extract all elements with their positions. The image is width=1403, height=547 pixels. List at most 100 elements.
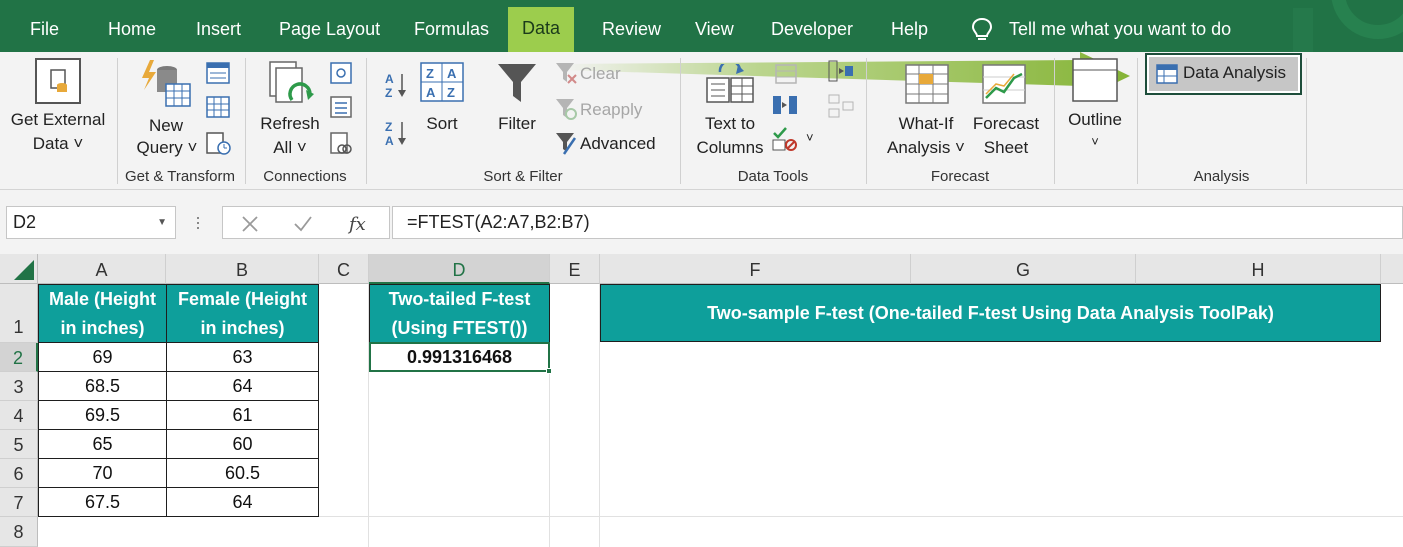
formula-input[interactable]: =FTEST(A2:A7,B2:B7) — [392, 206, 1403, 239]
data-analysis-label: Data Analysis — [1183, 63, 1286, 82]
gridline — [319, 516, 1403, 517]
get-external-data-icon — [35, 58, 81, 104]
tab-file[interactable]: File — [30, 0, 59, 52]
get-external-data-label-1: Get External — [10, 110, 106, 129]
column-header-h[interactable]: H — [1136, 254, 1381, 284]
tab-developer[interactable]: Developer — [771, 0, 853, 52]
select-all-icon — [14, 260, 34, 280]
cell-a1[interactable]: Male (Height in inches) — [38, 284, 167, 343]
cancel-icon[interactable] — [241, 215, 259, 233]
tab-review[interactable]: Review — [602, 0, 661, 52]
cell-f1-merged[interactable]: Two-sample F-test (One-tailed F-test Usi… — [600, 284, 1381, 342]
tab-page-layout[interactable]: Page Layout — [279, 0, 380, 52]
flash-fill-icon[interactable] — [775, 64, 797, 84]
svg-text:Z: Z — [426, 66, 434, 81]
tab-formulas[interactable]: Formulas — [414, 0, 489, 52]
cell-a6[interactable]: 70 — [38, 458, 167, 488]
cell-b4[interactable]: 61 — [166, 400, 319, 430]
cell-d2-selected[interactable]: 0.991316468 — [369, 342, 550, 372]
cell-a7[interactable]: 67.5 — [38, 487, 167, 517]
row-header-1[interactable]: 1 — [0, 284, 38, 343]
tab-view[interactable]: View — [695, 0, 734, 52]
column-header-i[interactable] — [1381, 254, 1403, 284]
sort-az-icon[interactable]: AZ — [384, 70, 408, 100]
cell-a4[interactable]: 69.5 — [38, 400, 167, 430]
consolidate-icon[interactable] — [828, 60, 854, 82]
data-validation-dropdown-icon[interactable]: ˅ — [806, 130, 814, 145]
name-box[interactable]: D2 ▼ — [6, 206, 176, 239]
lightbulb-icon — [971, 17, 993, 40]
outline-dropdown-icon: ˅ — [1091, 134, 1099, 149]
insert-function-icon[interactable]: fx — [347, 213, 371, 235]
group-data-tools: Data Tools — [737, 168, 809, 185]
sort-label: Sort — [426, 114, 458, 133]
svg-text:A: A — [385, 72, 394, 86]
cell-b5[interactable]: 60 — [166, 429, 319, 459]
cell-a5[interactable]: 65 — [38, 429, 167, 459]
row-header-4[interactable]: 4 — [0, 401, 38, 430]
ribbon: Get External Data ˅ New Query ˅ Get & Tr… — [0, 52, 1403, 190]
new-query-label-1: New — [148, 116, 183, 135]
tab-home[interactable]: Home — [108, 0, 156, 52]
tab-help[interactable]: Help — [891, 0, 928, 52]
formula-bar-splitter[interactable] — [196, 214, 200, 232]
formula-buttons: fx — [222, 206, 390, 239]
data-validation-icon[interactable] — [772, 126, 798, 152]
fill-handle[interactable] — [546, 368, 552, 374]
cell-a2[interactable]: 69 — [38, 342, 167, 372]
from-table-icon[interactable] — [206, 96, 230, 118]
cell-b7[interactable]: 64 — [166, 487, 319, 517]
advanced-filter-icon[interactable] — [555, 132, 577, 156]
show-queries-icon[interactable] — [206, 62, 230, 84]
row-header-5[interactable]: 5 — [0, 430, 38, 459]
column-header-e[interactable]: E — [550, 254, 600, 284]
name-box-dropdown-icon[interactable]: ▼ — [157, 207, 167, 238]
sort-za-icon[interactable]: ZA — [384, 118, 408, 148]
row-header-7[interactable]: 7 — [0, 488, 38, 517]
refresh-all-label-2: All ˅ — [273, 138, 307, 157]
ribbon-separator — [245, 58, 246, 184]
tab-data[interactable]: Data — [508, 7, 575, 52]
edit-links-icon[interactable] — [330, 132, 352, 156]
recent-sources-icon[interactable] — [206, 132, 232, 156]
relationships-icon[interactable] — [828, 94, 854, 118]
data-analysis-button[interactable]: Data Analysis — [1145, 53, 1302, 95]
select-all-corner[interactable] — [0, 254, 38, 284]
reapply-label[interactable]: Reapply — [580, 100, 642, 120]
column-header-f[interactable]: F — [600, 254, 911, 284]
refresh-all-icon — [269, 61, 314, 103]
properties-icon[interactable] — [330, 96, 352, 118]
row-header-6[interactable]: 6 — [0, 459, 38, 488]
cell-b1-line-1: Female (Height — [177, 289, 308, 309]
column-header-b[interactable]: B — [166, 254, 319, 284]
row-header-3[interactable]: 3 — [0, 372, 38, 401]
cell-d1[interactable]: Two-tailed F-test (Using FTEST()) — [369, 284, 550, 343]
row-header-2[interactable]: 2 — [0, 343, 38, 372]
clear-filter-icon[interactable] — [555, 62, 577, 84]
connections-icon[interactable] — [330, 62, 352, 84]
cell-b1[interactable]: Female (Height in inches) — [166, 284, 319, 343]
svg-text:Z: Z — [385, 86, 392, 100]
column-header-g[interactable]: G — [911, 254, 1136, 284]
column-header-a[interactable]: A — [38, 254, 166, 284]
advanced-filter-label[interactable]: Advanced — [580, 134, 656, 154]
group-connections: Connections — [263, 168, 347, 185]
remove-duplicates-icon[interactable] — [772, 94, 798, 116]
column-header-c[interactable]: C — [319, 254, 369, 284]
svg-text:A: A — [385, 134, 394, 148]
clear-filter-label[interactable]: Clear — [580, 64, 621, 84]
row-header-8[interactable]: 8 — [0, 517, 38, 547]
cell-b6[interactable]: 60.5 — [166, 458, 319, 488]
cell-b2[interactable]: 63 — [166, 342, 319, 372]
reapply-icon[interactable] — [555, 98, 577, 120]
column-header-d[interactable]: D — [369, 254, 550, 284]
group-analysis: Analysis — [1193, 168, 1250, 185]
enter-check-icon[interactable] — [293, 215, 313, 233]
ribbon-separator — [117, 58, 118, 184]
cell-b3[interactable]: 64 — [166, 371, 319, 401]
ribbon-separator — [680, 58, 681, 184]
tab-insert[interactable]: Insert — [196, 0, 241, 52]
text-to-columns-icon — [706, 64, 754, 103]
cell-a3[interactable]: 68.5 — [38, 371, 167, 401]
refresh-all-label-1: Refresh — [260, 114, 320, 133]
